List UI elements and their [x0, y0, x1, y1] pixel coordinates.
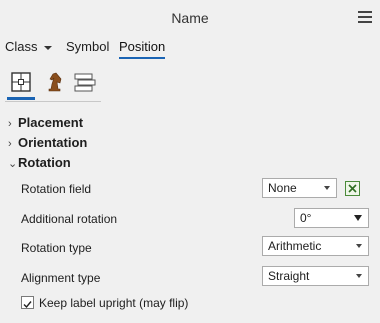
rotation-field-value: None — [268, 181, 297, 195]
chevron-right-icon: › — [8, 118, 12, 130]
additional-rotation-select[interactable]: 0° — [294, 208, 369, 228]
stacked-labels-icon — [74, 73, 96, 92]
rotation-type-select[interactable]: Arithmetic — [262, 236, 369, 256]
chevron-right-icon: › — [8, 138, 12, 150]
additional-rotation-label: Additional rotation — [21, 212, 118, 226]
dropdown-arrow-icon — [324, 186, 330, 190]
position-placement-icon — [11, 72, 31, 92]
section-orientation-label: Orientation — [18, 135, 88, 150]
section-placement-label: Placement — [18, 115, 84, 130]
chevron-down-icon: ⌄ — [8, 158, 18, 170]
position-icon-tabs — [5, 68, 101, 102]
tab-position[interactable]: Position — [119, 39, 166, 59]
dropdown-arrow-icon — [356, 244, 362, 248]
keep-upright-checkbox[interactable] — [21, 296, 34, 309]
icon-tab-placement[interactable] — [7, 68, 35, 100]
chevron-down-icon — [43, 45, 52, 50]
rotation-field-label: Rotation field — [21, 182, 92, 196]
rotation-type-label: Rotation type — [21, 241, 92, 255]
alignment-type-label: Alignment type — [21, 271, 101, 285]
icon-tab-conflict[interactable] — [40, 68, 68, 96]
section-orientation[interactable]: › Orientation — [8, 135, 87, 150]
menu-icon[interactable] — [358, 11, 372, 23]
section-rotation[interactable]: ⌄Rotation — [8, 155, 71, 170]
expression-x-icon — [348, 184, 357, 193]
chess-knight-icon — [48, 72, 62, 92]
section-placement[interactable]: › Placement — [8, 115, 83, 130]
tab-symbol[interactable]: Symbol — [66, 39, 109, 54]
additional-rotation-value: 0° — [300, 211, 312, 225]
tab-class-label: Class — [5, 39, 38, 54]
alignment-type-value: Straight — [268, 269, 310, 283]
rotation-type-value: Arithmetic — [268, 239, 322, 253]
tab-class[interactable]: Class — [5, 39, 52, 54]
icon-tab-fitting[interactable] — [71, 68, 99, 96]
checkmark-icon — [23, 301, 32, 309]
icon-tab-divider — [5, 101, 101, 102]
expression-button[interactable] — [345, 181, 360, 196]
panel-title: Name — [171, 10, 209, 26]
rotation-field-select[interactable]: None — [262, 178, 337, 198]
section-rotation-label: Rotation — [18, 155, 71, 170]
keep-upright-label: Keep label upright (may flip) — [39, 296, 189, 310]
dropdown-arrow-icon — [356, 274, 362, 278]
dropdown-arrow-icon — [354, 215, 362, 221]
alignment-type-select[interactable]: Straight — [262, 266, 369, 286]
